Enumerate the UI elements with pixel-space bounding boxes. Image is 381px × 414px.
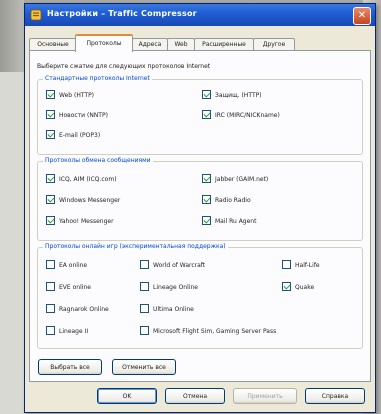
checkbox-label: ICQ, AIM (ICQ.com) xyxy=(59,176,117,183)
group-title: Протоколы онлайн игр (экспериментальная … xyxy=(43,243,228,250)
checkbox-label: Ultima Online xyxy=(153,306,194,313)
checkbox-label: IRC (MIRC/NICKname) xyxy=(215,112,280,119)
checkbox-label: Jabber (GAIM.net) xyxy=(215,176,269,183)
checkbox-email-pop3[interactable]: E-mail (POP3) xyxy=(46,130,100,141)
checkbox-label: Windows Messenger xyxy=(59,197,121,204)
checkbox-label: Yahoo! Messenger xyxy=(59,218,114,225)
checkbox-box[interactable] xyxy=(140,304,149,313)
group-games: Протоколы онлайн игр (экспериментальная … xyxy=(37,243,363,349)
group-standard: Стандартные протоколы Internet Web (HTTP… xyxy=(37,75,363,155)
select-all-button[interactable]: Выбрать все xyxy=(38,359,102,375)
app-icon xyxy=(30,9,42,21)
checkbox-box[interactable] xyxy=(46,90,55,99)
apply-button[interactable]: Применить xyxy=(233,388,297,404)
checkbox-ragnarok-online[interactable]: Ragnarok Online xyxy=(46,304,109,315)
checkbox-box[interactable] xyxy=(202,90,211,99)
checkbox-web-http[interactable]: Web (HTTP) xyxy=(46,90,94,101)
checkbox-box[interactable] xyxy=(46,110,55,119)
checkbox-label: Mail Ru Agent xyxy=(215,218,257,225)
checkbox-ea-online[interactable]: EA online xyxy=(46,260,87,271)
checkbox-irc[interactable]: IRC (MIRC/NICKname) xyxy=(202,110,280,121)
cancel-button[interactable]: Отмена xyxy=(165,388,225,404)
title-bar[interactable]: Настройки – Traffic Compressor ✕ xyxy=(25,4,375,26)
checkbox-jabber[interactable]: Jabber (GAIM.net) xyxy=(202,174,268,185)
checkbox-lineage-ii[interactable]: Lineage II xyxy=(46,326,88,337)
checkbox-label: Radio Radio xyxy=(215,197,251,204)
checkbox-mailru-agent[interactable]: Mail Ru Agent xyxy=(202,216,256,227)
checkbox-windows-messenger[interactable]: Windows Messenger xyxy=(46,195,120,206)
checkbox-box[interactable] xyxy=(202,216,211,225)
checkbox-box[interactable] xyxy=(46,326,55,335)
help-button[interactable]: Справка xyxy=(305,388,365,404)
checkbox-secure-https[interactable]: Защищ. (HTTP) xyxy=(202,90,262,101)
checkbox-box[interactable] xyxy=(46,130,55,139)
checkbox-label: EA online xyxy=(59,262,88,269)
checkbox-icq-aim[interactable]: ICQ, AIM (ICQ.com) xyxy=(46,174,117,185)
intro-text: Выберите сжатие для следующих протоколов… xyxy=(37,63,211,70)
checkbox-quake[interactable]: Quake xyxy=(282,282,314,293)
checkbox-box[interactable] xyxy=(140,260,149,269)
settings-dialog: Настройки – Traffic Compressor ✕ Основны… xyxy=(24,3,376,413)
checkbox-box[interactable] xyxy=(140,326,149,335)
checkbox-ultima-online[interactable]: Ultima Online xyxy=(140,304,194,315)
checkbox-box[interactable] xyxy=(46,260,55,269)
checkbox-box[interactable] xyxy=(46,174,55,183)
checkbox-world-of-warcraft[interactable]: World of Warcraft xyxy=(140,260,205,271)
checkbox-label: Web (HTTP) xyxy=(59,92,95,99)
checkbox-radio[interactable]: Radio Radio xyxy=(202,195,251,206)
checkbox-box[interactable] xyxy=(202,110,211,119)
tab-strip: Основные Протоколы Адреса Web Расширенны… xyxy=(29,34,373,52)
clear-all-button[interactable]: Отменить все xyxy=(112,359,176,375)
close-icon[interactable]: ✕ xyxy=(353,7,371,25)
checkbox-box[interactable] xyxy=(46,195,55,204)
protocols-panel: Выберите сжатие для следующих протоколов… xyxy=(29,50,371,382)
checkbox-box[interactable] xyxy=(140,282,149,291)
checkbox-label: World of Warcraft xyxy=(153,262,206,269)
checkbox-label: Ragnarok Online xyxy=(59,306,109,313)
checkbox-label: E-mail (POP3) xyxy=(59,132,101,139)
checkbox-label: Half-Life xyxy=(295,262,320,269)
checkbox-box[interactable] xyxy=(282,282,291,291)
checkbox-yahoo-messenger[interactable]: Yahoo! Messenger xyxy=(46,216,114,227)
checkbox-eve-online[interactable]: EVE online xyxy=(46,282,91,293)
checkbox-label: Защищ. (HTTP) xyxy=(215,92,262,99)
checkbox-label: Microsoft Flight Sim, Gaming Server Pass xyxy=(153,328,277,335)
checkbox-box[interactable] xyxy=(46,304,55,313)
group-messengers: Протоколы обмена сообщениями ICQ, AIM (I… xyxy=(37,157,363,241)
checkbox-lineage-online[interactable]: Lineage Online xyxy=(140,282,198,293)
checkbox-news-nntp[interactable]: Новости (NNTP) xyxy=(46,110,108,121)
group-title: Протоколы обмена сообщениями xyxy=(43,157,153,164)
tab-protocols[interactable]: Протоколы xyxy=(75,34,133,52)
checkbox-half-life[interactable]: Half-Life xyxy=(282,260,320,271)
checkbox-label: Lineage II xyxy=(59,328,89,335)
checkbox-label: Новости (NNTP) xyxy=(59,112,108,119)
window-title: Настройки – Traffic Compressor xyxy=(47,9,197,18)
checkbox-label: Lineage Online xyxy=(153,284,198,291)
checkbox-label: Quake xyxy=(295,284,315,291)
checkbox-box[interactable] xyxy=(202,174,211,183)
checkbox-box[interactable] xyxy=(282,260,291,269)
checkbox-box[interactable] xyxy=(46,282,55,291)
checkbox-label: EVE online xyxy=(59,284,91,291)
checkbox-box[interactable] xyxy=(202,195,211,204)
ok-button[interactable]: OK xyxy=(97,388,157,404)
checkbox-flight-sim[interactable]: Microsoft Flight Sim, Gaming Server Pass xyxy=(140,326,276,337)
group-title: Стандартные протоколы Internet xyxy=(43,75,152,82)
checkbox-box[interactable] xyxy=(46,216,55,225)
